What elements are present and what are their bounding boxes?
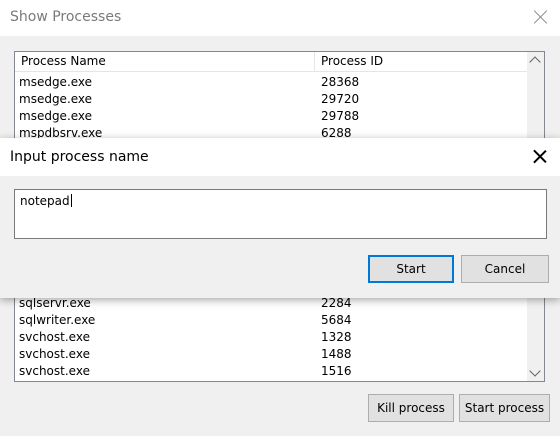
process-name: sqlwriter.exe — [19, 313, 96, 327]
table-row[interactable]: svchost.exe 1516 — [15, 363, 528, 380]
table-row[interactable]: svchost.exe 1328 — [15, 329, 528, 346]
table-row[interactable]: svchost.exe 1488 — [15, 346, 528, 363]
process-name: msedge.exe — [19, 75, 93, 89]
column-header-process-id[interactable]: Process ID — [315, 52, 528, 71]
table-row[interactable]: msedge.exe 29788 — [15, 108, 528, 125]
process-name: svchost.exe — [19, 364, 90, 378]
process-name: svchost.exe — [19, 330, 90, 344]
process-name: msedge.exe — [19, 92, 93, 106]
process-id: 1328 — [321, 330, 352, 344]
list-header: Process Name Process ID — [15, 52, 528, 72]
dialog-title: Input process name — [10, 149, 149, 165]
dialog-cancel-button[interactable]: Cancel — [461, 255, 549, 283]
window-close-icon[interactable] — [532, 8, 550, 26]
table-row[interactable]: msedge.exe 29720 — [15, 91, 528, 108]
process-name-input[interactable]: notepad — [14, 189, 547, 239]
scroll-up-button[interactable] — [527, 52, 544, 69]
dialog-start-button[interactable]: Start — [368, 255, 454, 283]
window-title: Show Processes — [10, 9, 122, 25]
process-id: 1516 — [321, 364, 352, 378]
table-row[interactable]: sqlwriter.exe 5684 — [15, 312, 528, 329]
kill-process-button[interactable]: Kill process — [368, 394, 454, 422]
table-row[interactable]: msedge.exe 28368 — [15, 74, 528, 91]
scroll-down-button[interactable] — [527, 364, 544, 381]
process-id: 5684 — [321, 313, 352, 327]
chevron-down-icon — [529, 365, 541, 377]
text-caret — [70, 194, 72, 207]
process-name: msedge.exe — [19, 109, 93, 123]
column-header-process-name[interactable]: Process Name — [15, 52, 315, 71]
dialog-titlebar: Input process name — [0, 138, 560, 176]
process-id: 1488 — [321, 347, 352, 361]
process-name-value: notepad — [20, 194, 70, 208]
input-process-dialog: Input process name notepad Start Cancel — [0, 138, 560, 298]
dialog-close-icon[interactable] — [532, 148, 548, 164]
process-id: 29720 — [321, 92, 360, 106]
process-name: svchost.exe — [19, 347, 90, 361]
window-titlebar: Show Processes — [0, 0, 560, 36]
process-id: 29788 — [321, 109, 360, 123]
chevron-up-icon — [529, 56, 541, 68]
process-id: 28368 — [321, 75, 360, 89]
start-process-button[interactable]: Start process — [459, 394, 550, 422]
